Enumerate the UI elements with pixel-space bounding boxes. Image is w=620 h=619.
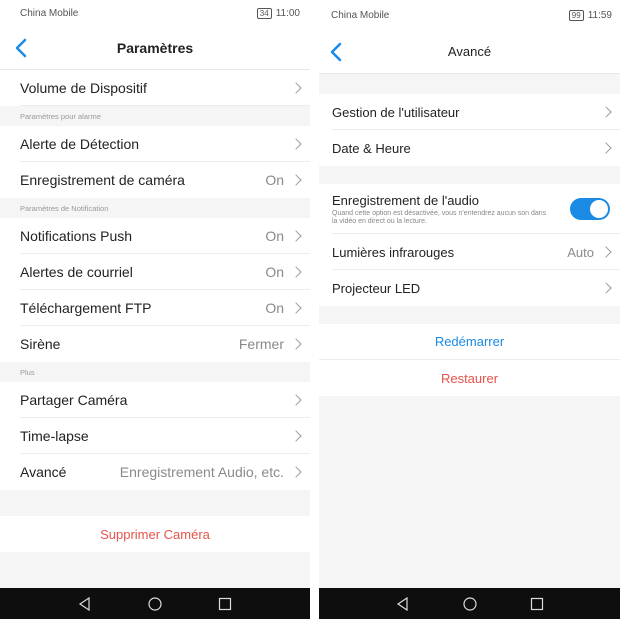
delete-camera-button[interactable]: Supprimer Caméra [0,516,310,552]
infrared-value: Auto [567,244,594,260]
system-nav-bar [319,588,620,619]
clock: 11:00 [275,7,300,19]
nav-back-icon[interactable] [396,596,410,611]
detection-alert-row[interactable]: Alerte de Détection [0,126,310,162]
chevron-right-icon [290,338,302,350]
chevron-right-icon [290,430,302,442]
clock: 11:59 [587,9,612,21]
chevron-right-icon [290,174,302,186]
audio-recording-label: Enregistrement de l'audio [332,192,480,208]
nav-bar: Paramètres [0,26,310,70]
push-value: On [265,228,284,244]
chevron-right-icon [600,282,612,294]
advanced-screen: China Mobile 99 11:59 Avancé Gestion de … [319,0,620,619]
section-header-notification: Paramètres de Notification [0,198,310,218]
advanced-value: Enregistrement Audio, etc. [119,464,284,480]
chevron-right-icon [290,138,302,150]
advanced-row[interactable]: Avancé Enregistrement Audio, etc. [0,454,310,490]
nav-home-icon[interactable] [148,596,162,611]
chevron-right-icon [600,106,612,118]
carrier-label: China Mobile [331,9,390,21]
battery-icon: 34 [256,7,272,19]
chevron-right-icon [290,82,302,94]
nav-back-icon[interactable] [78,596,92,611]
chevron-right-icon [290,230,302,242]
ftp-upload-row[interactable]: Téléchargement FTP On [0,290,310,326]
chevron-right-icon [290,394,302,406]
nav-bar: Avancé [319,30,620,74]
status-bar: China Mobile 99 11:59 [319,0,620,30]
page-title: Paramètres [116,39,194,56]
date-time-row[interactable]: Date & Heure [319,130,620,166]
section-header-more: Plus [0,362,310,382]
settings-screen: China Mobile 34 11:00 Paramètres Volume … [0,0,310,619]
chevron-right-icon [290,266,302,278]
battery-icon: 99 [568,9,584,21]
audio-recording-description: Quand cette option est désactivée, vous … [332,209,547,225]
chevron-right-icon [600,246,612,258]
chevron-right-icon [290,302,302,314]
led-projector-row[interactable]: Projecteur LED [319,270,620,306]
carrier-label: China Mobile [20,7,79,19]
restore-button[interactable]: Restaurer [319,360,620,396]
section-header-alarm: Paramètres pour alarme [0,106,310,126]
email-value: On [265,264,284,280]
page-title: Avancé [447,44,492,59]
ftp-value: On [265,300,284,316]
device-volume-row[interactable]: Volume de Dispositif [0,70,310,106]
share-camera-row[interactable]: Partager Caméra [0,382,310,418]
chevron-right-icon [600,142,612,154]
siren-row[interactable]: Sirène Fermer [0,326,310,362]
nav-recents-icon[interactable] [530,597,544,611]
chevron-right-icon [290,466,302,478]
camera-recording-row[interactable]: Enregistrement de caméra On [0,162,310,198]
timelapse-row[interactable]: Time-lapse [0,418,310,454]
siren-value: Fermer [238,336,284,352]
email-alerts-row[interactable]: Alertes de courriel On [0,254,310,290]
push-notifications-row[interactable]: Notifications Push On [0,218,310,254]
nav-home-icon[interactable] [462,596,477,611]
audio-recording-row: Enregistrement de l'audio Quand cette op… [319,184,620,234]
back-icon[interactable] [325,38,349,66]
nav-recents-icon[interactable] [218,597,232,611]
back-icon[interactable] [10,34,34,62]
infrared-lights-row[interactable]: Lumières infrarouges Auto [319,234,620,270]
restart-button[interactable]: Redémarrer [319,324,620,360]
status-bar: China Mobile 34 11:00 [0,0,310,26]
user-management-row[interactable]: Gestion de l'utilisateur [319,94,620,130]
system-nav-bar [0,588,310,619]
audio-recording-toggle[interactable] [570,198,610,220]
camera-recording-value: On [265,172,284,188]
